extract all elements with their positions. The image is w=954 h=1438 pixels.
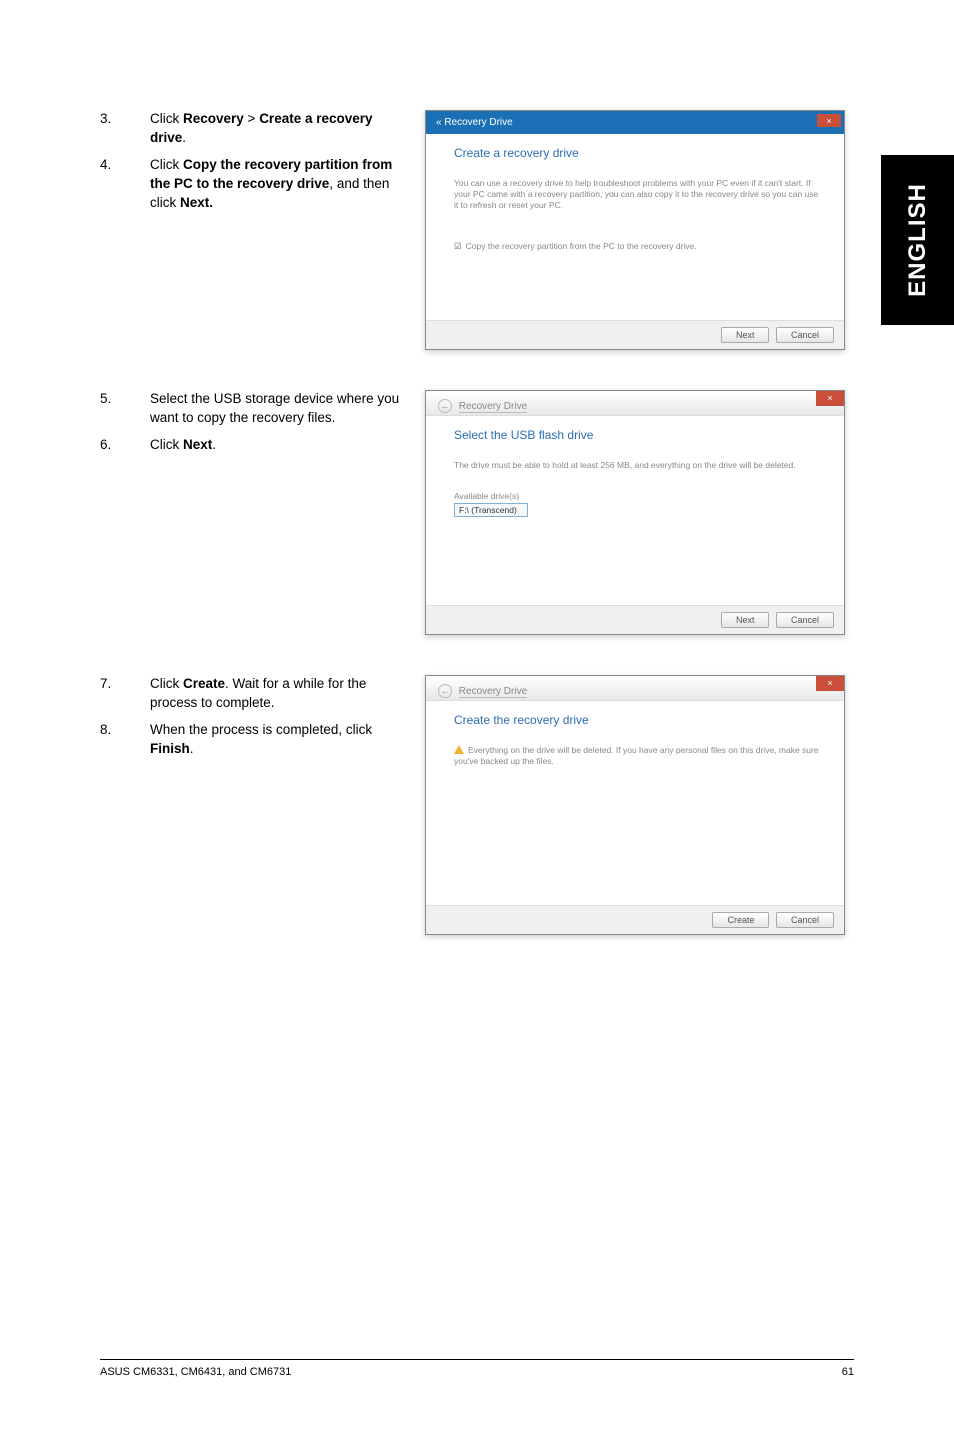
step-3: 3. Click Recovery > Create a recovery dr… [100,110,400,148]
steps-col-2: 5. Select the USB storage device where y… [100,390,400,463]
step-text: When the process is completed, click Fin… [150,721,400,759]
dialog-body: Create a recovery drive You can use a re… [426,134,844,320]
back-icon[interactable]: ← [438,684,452,698]
dialog-title: Create the recovery drive [454,713,822,727]
steps-col-3: 7. Click Create. Wait for a while for th… [100,675,400,767]
breadcrumb: « Recovery Drive [436,117,513,128]
step-6: 6. Click Next. [100,436,400,455]
dialog-body: Select the USB flash drive The drive mus… [426,416,844,605]
dialog-create-recovery: « Recovery Drive × Create a recovery dri… [425,110,845,350]
screenshot-1: « Recovery Drive × Create a recovery dri… [425,110,854,350]
step-7: 7. Click Create. Wait for a while for th… [100,675,400,713]
dialog-header: « Recovery Drive × [426,111,844,134]
step-text: Click Create. Wait for a while for the p… [150,675,400,713]
step-text: Click Copy the recovery partition from t… [150,156,400,213]
step-num: 3. [100,110,150,148]
back-icon[interactable]: ← [438,399,452,413]
step-num: 5. [100,390,150,428]
footer-left: ASUS CM6331, CM6431, and CM6731 [100,1366,291,1378]
footer-page-number: 61 [842,1366,854,1378]
dialog-create-confirm: ← Recovery Drive × Create the recovery d… [425,675,845,935]
dialog-title: Create a recovery drive [454,146,822,160]
dialog-text: Everything on the drive will be deleted.… [454,745,822,767]
breadcrumb: Recovery Drive [459,686,527,698]
dialog-title: Select the USB flash drive [454,428,822,442]
screenshot-3: ← Recovery Drive × Create the recovery d… [425,675,854,935]
drive-item[interactable]: F:\ (Transcend) [454,503,528,517]
dialog-header: ← Recovery Drive × [426,391,844,416]
warning-icon [454,745,464,754]
steps-col-1: 3. Click Recovery > Create a recovery dr… [100,110,400,220]
cancel-button[interactable]: Cancel [776,912,834,928]
step-text: Select the USB storage device where you … [150,390,400,428]
step-num: 4. [100,156,150,213]
section-3: 7. Click Create. Wait for a while for th… [100,675,854,935]
next-button[interactable]: Next [721,612,770,628]
breadcrumb: Recovery Drive [459,401,527,413]
dialog-footer: Next Cancel [426,320,844,349]
close-icon[interactable]: × [817,114,841,127]
close-icon[interactable]: × [816,391,844,406]
step-num: 7. [100,675,150,713]
dialog-select-usb: ← Recovery Drive × Select the USB flash … [425,390,845,635]
step-text: Click Next. [150,436,400,455]
drive-label: Available drive(s) [454,491,822,501]
next-button[interactable]: Next [721,327,770,343]
step-8: 8. When the process is completed, click … [100,721,400,759]
page: 3. Click Recovery > Create a recovery dr… [0,0,954,1025]
dialog-text: The drive must be able to hold at least … [454,460,822,471]
cancel-button[interactable]: Cancel [776,327,834,343]
create-button[interactable]: Create [712,912,769,928]
section-1: 3. Click Recovery > Create a recovery dr… [100,110,854,350]
step-4: 4. Click Copy the recovery partition fro… [100,156,400,213]
dialog-header: ← Recovery Drive × [426,676,844,701]
screenshot-2: ← Recovery Drive × Select the USB flash … [425,390,854,635]
dialog-footer: Create Cancel [426,905,844,934]
page-footer: ASUS CM6331, CM6431, and CM6731 61 [100,1359,854,1378]
dialog-body: Create the recovery drive Everything on … [426,701,844,905]
dialog-footer: Next Cancel [426,605,844,634]
dialog-text: You can use a recovery drive to help tro… [454,178,822,211]
section-2: 5. Select the USB storage device where y… [100,390,854,635]
step-num: 6. [100,436,150,455]
step-num: 8. [100,721,150,759]
checkbox-copy-partition[interactable]: Copy the recovery partition from the PC … [454,241,822,252]
cancel-button[interactable]: Cancel [776,612,834,628]
step-5: 5. Select the USB storage device where y… [100,390,400,428]
close-icon[interactable]: × [816,676,844,691]
step-text: Click Recovery > Create a recovery drive… [150,110,400,148]
